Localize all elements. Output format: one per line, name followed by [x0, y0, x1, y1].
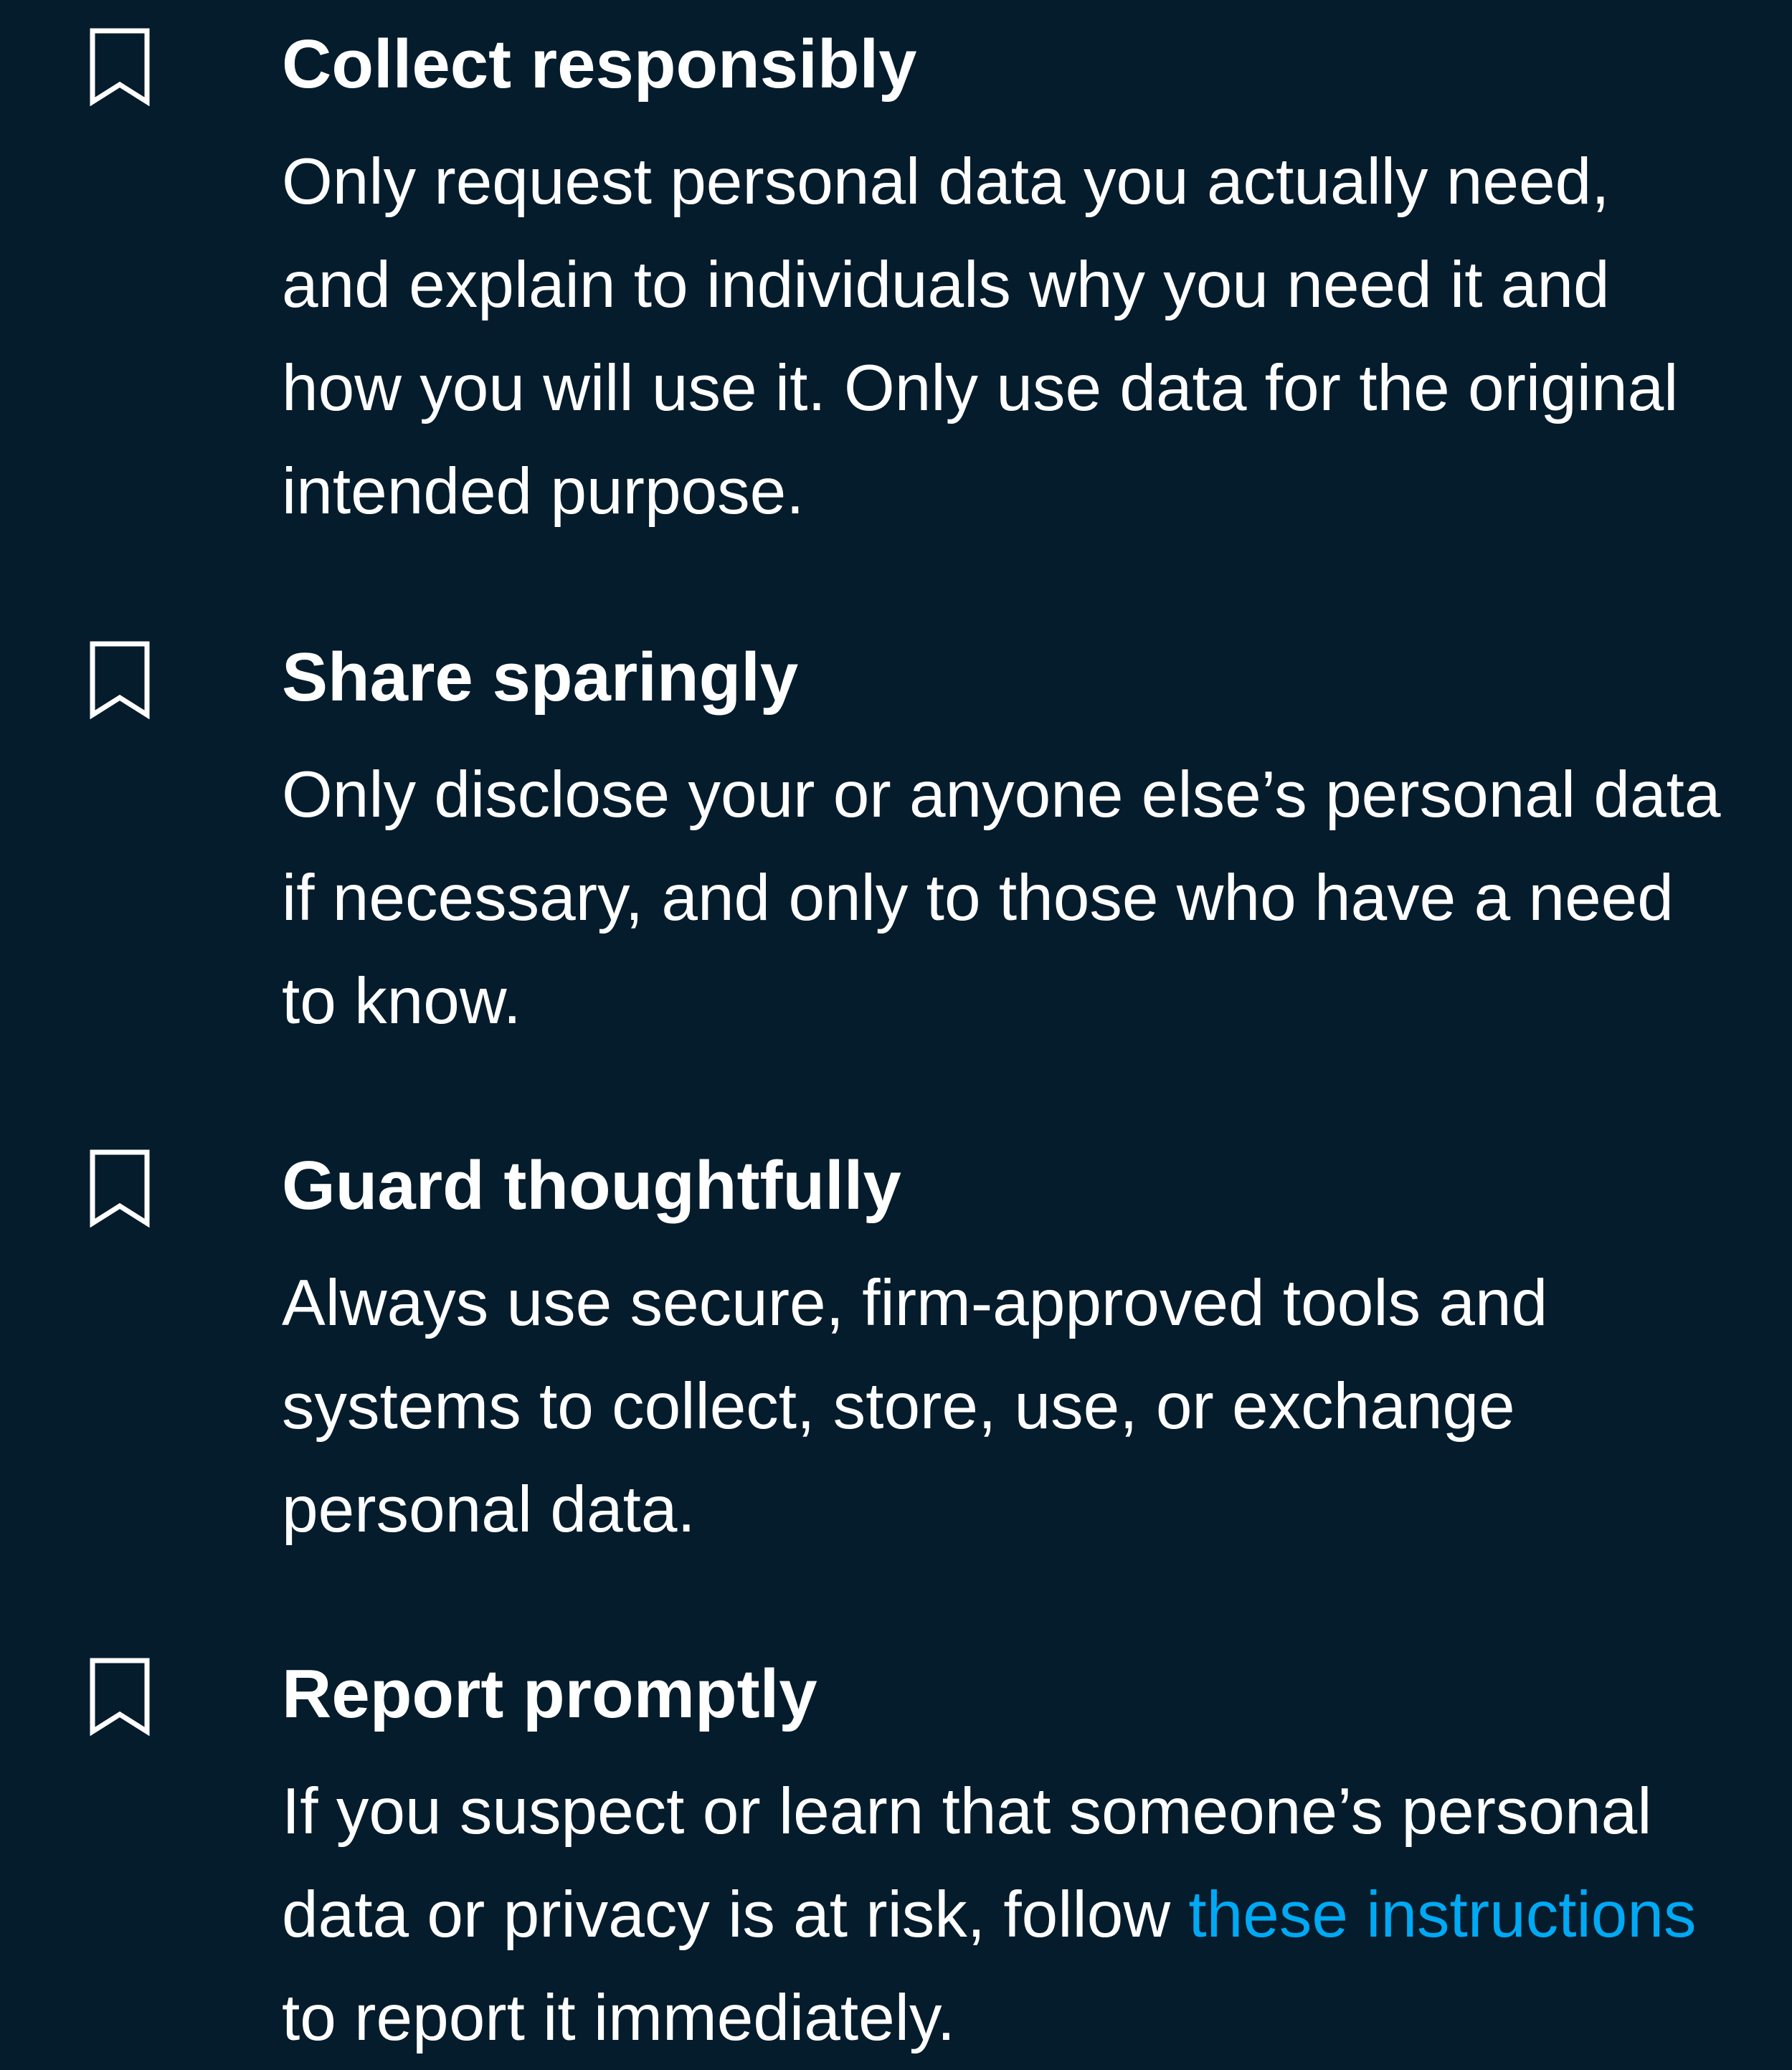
- bookmark-icon[interactable]: [87, 1149, 152, 1228]
- principle-description: Only disclose your or anyone else’s pers…: [282, 759, 1721, 1038]
- principle-title: Guard thoughtfully: [282, 1147, 901, 1224]
- principle-title: Report promptly: [282, 1656, 817, 1732]
- principle-text: Share sparingly Only disclose your or an…: [282, 640, 1723, 1053]
- principle-text: Report promptly If you suspect or learn …: [282, 1657, 1723, 2070]
- bookmark-icon[interactable]: [87, 1657, 152, 1736]
- bookmark-icon[interactable]: [87, 640, 152, 719]
- bookmark-icon[interactable]: [87, 27, 152, 106]
- principle-title: Collect responsibly: [282, 26, 917, 103]
- principle-description: If you suspect or learn that someone’s p…: [282, 1760, 1723, 2070]
- principle-title: Share sparingly: [282, 639, 799, 716]
- principle-description: Only request personal data you actually …: [282, 146, 1679, 528]
- principle-text: Guard thoughtfully Always use secure, fi…: [282, 1149, 1723, 1562]
- principle-description: Always use secure, firm-approved tools a…: [282, 1267, 1548, 1546]
- report-instructions-link[interactable]: these instructions: [1188, 1879, 1696, 1951]
- principle-text: Collect responsibly Only request persona…: [282, 27, 1723, 543]
- description-text-after: to report it immediately.: [282, 1982, 955, 2054]
